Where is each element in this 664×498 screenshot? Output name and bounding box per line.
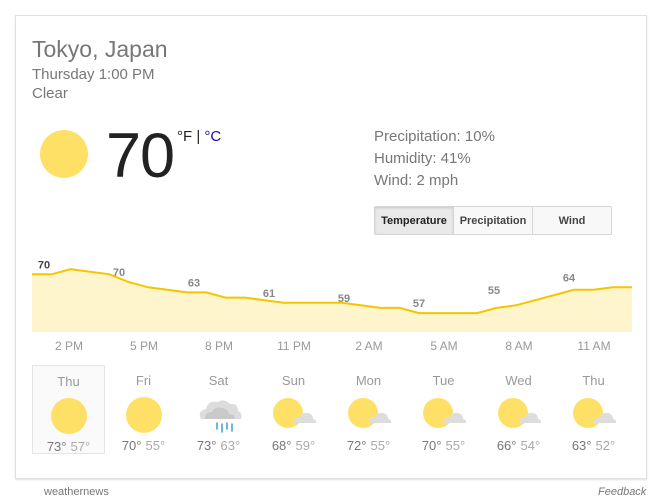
- fahrenheit-unit[interactable]: °F: [177, 128, 192, 145]
- forecast-day-name: Sat: [208, 373, 229, 388]
- forecast-low-temp: 55°: [445, 438, 466, 453]
- chart-x-tick-label: 2 PM: [54, 339, 84, 353]
- forecast-temps: 73° 57°: [33, 439, 104, 454]
- forecast-day-name: Tue: [432, 373, 455, 388]
- forecast-temps: 66° 54°: [482, 438, 555, 453]
- precipitation-stat: Precipitation: 10%: [374, 128, 495, 145]
- partly-cloudy-icon: [495, 395, 543, 435]
- condition-text: Clear: [32, 85, 68, 102]
- sun-icon: [45, 396, 93, 436]
- forecast-day-name: Wed: [505, 373, 532, 388]
- chart-data-label: 55: [488, 285, 500, 297]
- forecast-temps: 72° 55°: [332, 438, 405, 453]
- forecast-high-temp: 63°: [571, 438, 592, 453]
- forecast-low-temp: 55°: [370, 438, 391, 453]
- current-temperature: 70: [106, 121, 175, 191]
- wind-stat: Wind: 2 mph: [374, 172, 459, 189]
- tab-wind[interactable]: Wind: [532, 207, 611, 234]
- forecast-day-name: Fri: [135, 373, 152, 388]
- date-time: Thursday 1:00 PM: [32, 66, 155, 83]
- forecast-low-temp: 59°: [295, 438, 316, 453]
- tab-precipitation[interactable]: Precipitation: [453, 207, 532, 234]
- source-link[interactable]: weathernews: [44, 486, 109, 498]
- celsius-unit-link[interactable]: °C: [204, 128, 221, 145]
- forecast-low-temp: 55°: [145, 438, 166, 453]
- forecast-day[interactable]: Wed 66° 54°: [482, 365, 555, 454]
- forecast-high-temp: 73°: [196, 438, 217, 453]
- partly-cloudy-icon: [270, 395, 318, 435]
- forecast-temps: 70° 55°: [407, 438, 480, 453]
- weather-card: Tokyo, Japan Thursday 1:00 PM Clear 70 °…: [15, 15, 647, 479]
- weather-stats: Precipitation: 10% Humidity: 41% Wind: 2…: [374, 126, 495, 192]
- chart-tabs: Temperature Precipitation Wind: [374, 206, 612, 235]
- forecast-day-name: Thu: [582, 373, 605, 388]
- rain-cloud-icon: [195, 395, 243, 435]
- forecast-day[interactable]: Thu 73° 57°: [32, 365, 105, 454]
- chart-x-tick-label: 8 PM: [204, 339, 234, 353]
- chart-x-tick-label: 8 AM: [505, 339, 533, 353]
- chart-data-label: 70: [38, 259, 50, 271]
- forecast-high-temp: 68°: [271, 438, 292, 453]
- forecast-day[interactable]: Tue 70° 55°: [407, 365, 480, 454]
- feedback-link[interactable]: Feedback: [598, 486, 646, 498]
- forecast-day[interactable]: Sat 73° 63°: [182, 365, 255, 454]
- temperature-chart: 70 70 63 61 59 57 55 64: [32, 259, 632, 332]
- chart-data-label: 61: [263, 288, 275, 300]
- humidity-stat: Humidity: 41%: [374, 150, 471, 167]
- forecast-day-name: Thu: [57, 374, 80, 389]
- chart-data-label: 59: [338, 293, 350, 305]
- chart-data-label: 64: [563, 272, 576, 284]
- chart-x-labels: 2 PM 5 PM 8 PM 11 PM 2 AM 5 AM 8 AM 11 AM: [32, 339, 632, 355]
- forecast-temps: 73° 63°: [182, 438, 255, 453]
- sun-icon: [40, 130, 88, 178]
- forecast-high-temp: 72°: [346, 438, 367, 453]
- forecast-low-temp: 54°: [520, 438, 541, 453]
- chart-data-label: 57: [413, 298, 425, 310]
- forecast-high-temp: 70°: [421, 438, 442, 453]
- forecast-temps: 70° 55°: [107, 438, 180, 453]
- forecast-low-temp: 57°: [70, 439, 91, 454]
- forecast-low-temp: 63°: [220, 438, 241, 453]
- forecast-day[interactable]: Sun 68° 59°: [257, 365, 330, 454]
- chart-x-tick-label: 11 PM: [277, 339, 311, 353]
- forecast-high-temp: 70°: [121, 438, 142, 453]
- chart-x-tick-label: 5 AM: [430, 339, 458, 353]
- chart-x-tick-label: 5 PM: [129, 339, 159, 353]
- unit-separator: |: [196, 128, 201, 145]
- forecast-day[interactable]: Thu 63° 52°: [557, 365, 630, 454]
- forecast-high-temp: 73°: [46, 439, 67, 454]
- forecast-day[interactable]: Mon 72° 55°: [332, 365, 405, 454]
- chart-data-label: 63: [188, 277, 200, 289]
- forecast-high-temp: 66°: [496, 438, 517, 453]
- sun-icon: [120, 395, 168, 435]
- chart-data-label: 70: [113, 267, 125, 279]
- unit-toggle: °F | °C: [177, 128, 221, 145]
- forecast-day[interactable]: Fri 70° 55°: [107, 365, 180, 454]
- partly-cloudy-icon: [570, 395, 618, 435]
- forecast-low-temp: 52°: [595, 438, 616, 453]
- partly-cloudy-icon: [420, 395, 468, 435]
- chart-x-tick-label: 2 AM: [355, 339, 383, 353]
- tab-temperature[interactable]: Temperature: [375, 207, 453, 234]
- forecast-day-name: Sun: [281, 373, 306, 388]
- location-title: Tokyo, Japan: [32, 36, 168, 62]
- daily-forecast: Thu 73° 57° Fri 70° 55° Sat 73° 63° Sun 68° 59° Mon 7…: [32, 365, 632, 455]
- chart-x-tick-label: 11 AM: [577, 339, 611, 353]
- partly-cloudy-icon: [345, 395, 393, 435]
- forecast-day-name: Mon: [355, 373, 382, 388]
- forecast-temps: 68° 59°: [257, 438, 330, 453]
- forecast-temps: 63° 52°: [557, 438, 630, 453]
